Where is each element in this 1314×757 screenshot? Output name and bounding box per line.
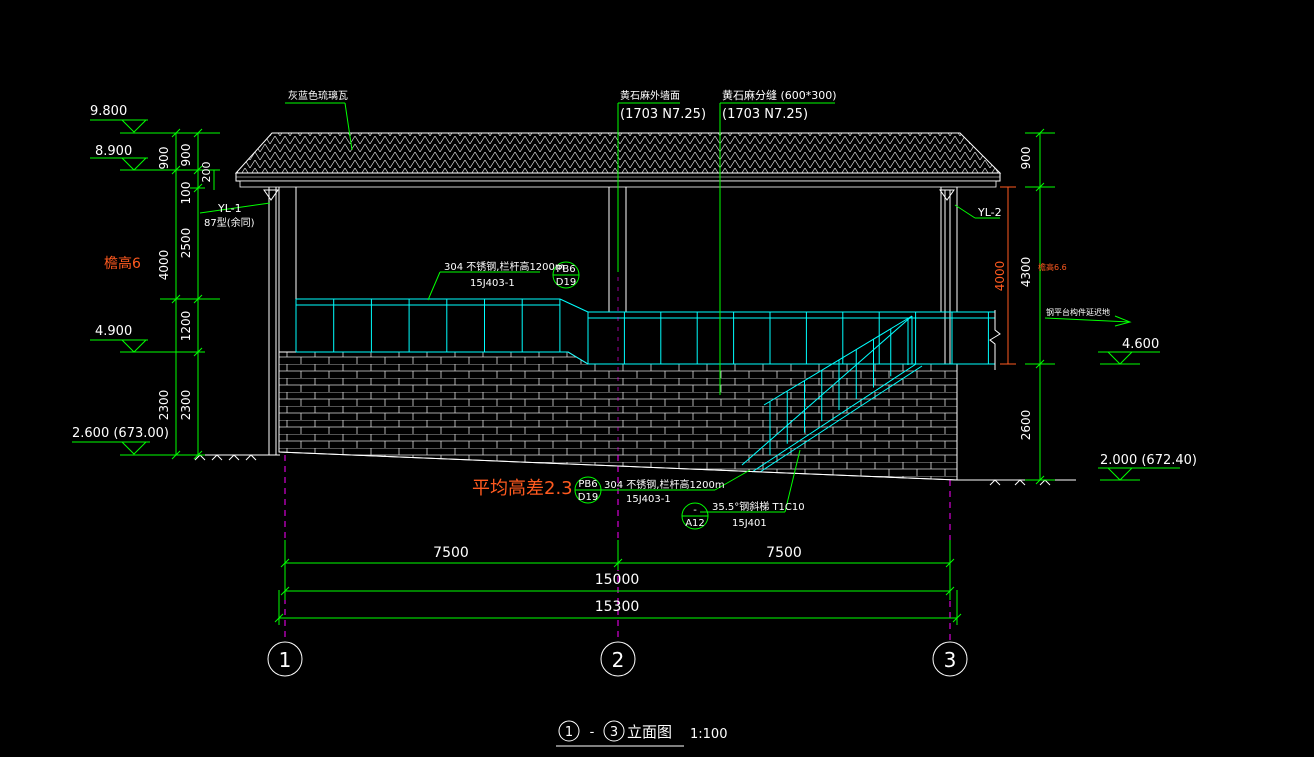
dim-inner-2300: 2300: [179, 390, 193, 421]
stair-note-ref: 15J401: [732, 518, 767, 529]
dim-outer-4000: 4000: [157, 250, 171, 281]
elevation-marks-left: [72, 119, 160, 456]
code-dash: -: [693, 505, 697, 516]
dim-inner-2500: 2500: [179, 228, 193, 259]
roof-note: 灰蓝色琉璃瓦: [288, 89, 348, 102]
title-axis-b: 3: [610, 725, 618, 740]
elevation-4600: 4.600: [1122, 337, 1159, 352]
dim-inner-100: 100: [179, 182, 193, 205]
dim-outer-900: 900: [157, 147, 171, 170]
wall-note-line2: (1703 N7.25): [620, 107, 706, 122]
dim-inner-900: 900: [179, 144, 193, 167]
railing-lower: [588, 311, 995, 365]
detail-code-railing-bottom: PB6 D19: [574, 476, 602, 504]
elevation-2600: 2.600 (673.00): [72, 426, 169, 441]
axis-bubble-1: 1: [267, 641, 303, 677]
elevation-2000: 2.000 (672.40): [1100, 453, 1197, 468]
axis-label-3: 3: [944, 648, 957, 672]
title-axis-a: 1: [565, 725, 573, 740]
avg-height-diff: 平均高差2.3: [472, 478, 573, 499]
elevation-drawing: PB6 D19 PB6 D19 - A12 9.800 8.900 4.900 …: [72, 88, 1197, 747]
stone-note-line1: 黄石麻分缝 (600*300): [722, 88, 837, 102]
yl1-label: YL-1: [217, 202, 242, 215]
dim-inner-1200: 1200: [179, 311, 193, 342]
detail-code-stair: - A12: [681, 502, 709, 530]
dim-right-2600: 2600: [1019, 410, 1033, 441]
yl2-label: YL-2: [977, 206, 1002, 219]
railing-upper-posts: [295, 299, 561, 352]
dim-15000: 15000: [595, 572, 640, 588]
dim-7500-left: 7500: [433, 545, 469, 561]
dim-7500-right: 7500: [766, 545, 802, 561]
railing-top-text: 304 不锈钢,栏杆高1200m: [444, 260, 565, 273]
dim-right-900: 900: [1019, 147, 1033, 170]
break-symbol: [989, 310, 1001, 370]
dim-outer-2300: 2300: [157, 390, 171, 421]
code-a12: A12: [685, 518, 705, 529]
railing-bottom-text: 304 不锈钢,栏杆高1200m: [604, 478, 725, 491]
railing-bottom-ref: 15J403-1: [626, 494, 671, 505]
title-text: 立面图: [627, 723, 672, 741]
red-dim-4000: 4000: [993, 261, 1007, 292]
yl1-sub: 87型(余同): [204, 216, 255, 229]
elevation-4900: 4.900: [95, 324, 132, 339]
wall-note-line1: 黄石麻外墙面: [620, 89, 680, 102]
code-d19-top: D19: [556, 277, 576, 288]
dim-small-200: 200: [200, 162, 213, 183]
axis-bubble-2: 2: [600, 641, 636, 677]
elevation-9800: 9.800: [90, 104, 127, 119]
right-eave-label: 檐高6.6: [1038, 262, 1067, 272]
stair-note-text: 35.5°钢斜梯 T1C10: [712, 500, 805, 513]
dim-right-4300: 4300: [1019, 257, 1033, 288]
code-d19-bottom: D19: [578, 492, 598, 503]
stone-note-line2: (1703 N7.25): [722, 107, 808, 122]
railing-top-ref: 15J403-1: [470, 278, 515, 289]
axis-bubble-3: 3: [932, 641, 968, 677]
drawing-title: 1 - 3 立面图 1:100: [556, 720, 727, 747]
axis-label-1: 1: [279, 648, 292, 672]
axis-label-2: 2: [612, 648, 625, 672]
title-scale: 1:100: [690, 727, 727, 742]
platform-note: 钢平台构件延迟地: [1046, 307, 1110, 317]
title-sep: -: [590, 725, 595, 740]
railing-lower-posts: [587, 312, 989, 364]
code-pb6-bottom: PB6: [578, 479, 597, 490]
eave-height-label: 檐高6: [104, 255, 141, 272]
dim-15300: 15300: [595, 599, 640, 615]
elevation-8900: 8.900: [95, 144, 132, 159]
